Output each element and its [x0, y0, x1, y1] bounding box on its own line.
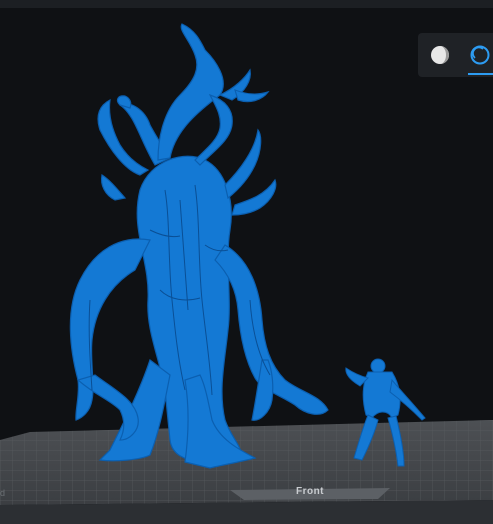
sphere-shaded-icon — [431, 46, 449, 64]
scene-canvas[interactable] — [0, 0, 493, 524]
3d-viewport[interactable]: d Front — [0, 0, 493, 524]
xray-view-button[interactable] — [460, 33, 493, 77]
shaded-view-button[interactable] — [420, 33, 460, 77]
build-plate — [0, 420, 493, 524]
corner-label: d — [0, 488, 6, 498]
front-label: Front — [295, 486, 325, 497]
view-mode-toolbar — [418, 33, 493, 77]
sphere-outline-icon — [470, 45, 490, 65]
